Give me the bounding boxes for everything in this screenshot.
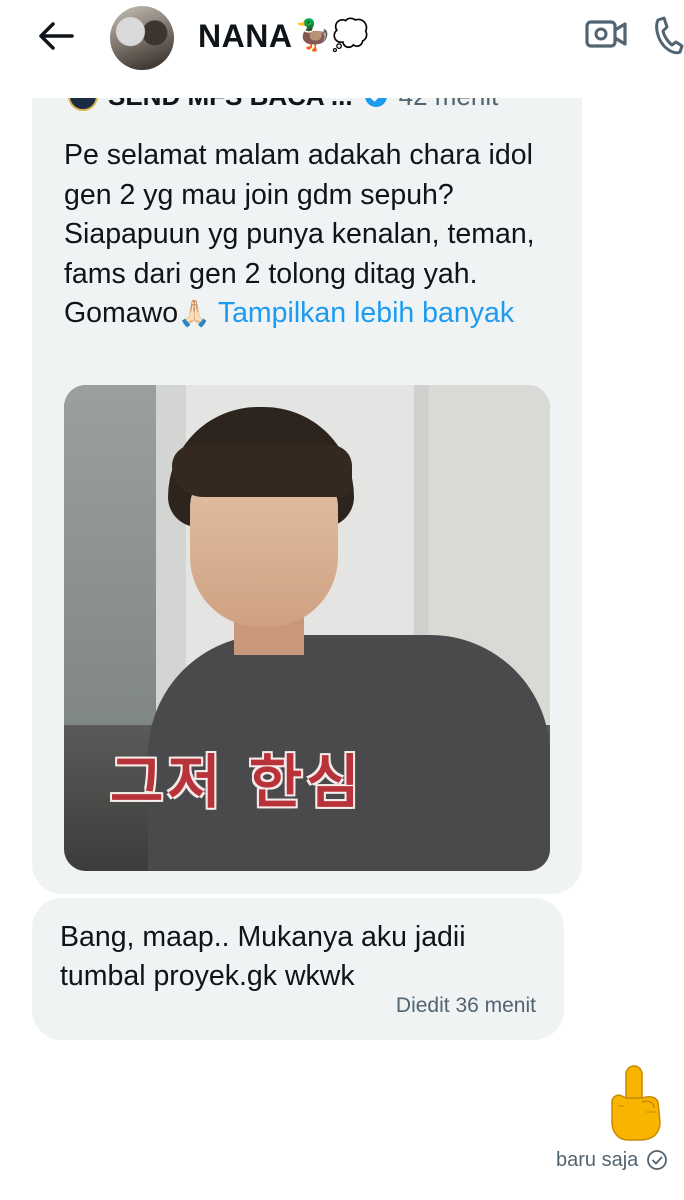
- chat-header: NANA 🦆💭: [0, 0, 684, 98]
- image-hair-fringe: [172, 445, 352, 497]
- contact-name-wrap[interactable]: NANA 🦆💭: [198, 14, 369, 58]
- verified-badge-icon: [364, 98, 387, 107]
- sent-status: baru saja: [556, 1146, 668, 1174]
- voice-call-button[interactable]: [652, 14, 684, 58]
- arrow-left-icon: [39, 22, 74, 50]
- sent-emoji-message[interactable]: [606, 1062, 666, 1144]
- reply-message-text: Bang, maap.. Mukanya aku jadii tumbal pr…: [60, 921, 466, 992]
- quoted-tweet-text: Pe selamat malam adakah chara idol gen 2…: [64, 136, 554, 335]
- name-emoji: 🦆💭: [294, 18, 370, 53]
- back-button[interactable]: [30, 16, 82, 56]
- video-call-button[interactable]: [584, 16, 632, 56]
- contact-avatar[interactable]: [110, 6, 174, 70]
- sent-status-text: baru saja: [556, 1148, 639, 1171]
- pray-emoji: 🙏🏻: [178, 299, 211, 329]
- quoted-author-name: SEND MFS BACA ...: [108, 98, 353, 112]
- show-more-link[interactable]: Tampilkan lebih banyak: [218, 297, 514, 329]
- video-camera-icon: [585, 20, 627, 48]
- reply-message-bubble[interactable]: Bang, maap.. Mukanya aku jadii tumbal pr…: [32, 898, 564, 1040]
- check-circle-icon: [647, 1150, 668, 1170]
- quoted-tweet-image[interactable]: 그저 한심: [64, 385, 550, 871]
- quoted-tweet-bubble[interactable]: SEND MFS BACA ... 42 menit Pe selamat ma…: [32, 98, 582, 894]
- edited-meta: Diedit 36 menit: [395, 994, 536, 1017]
- image-caption: 그저 한심: [110, 748, 364, 816]
- image-cabinet-frame: [156, 385, 186, 715]
- contact-name: NANA: [198, 17, 293, 54]
- quoted-author-avatar: [68, 98, 98, 111]
- quoted-tweet-header: SEND MFS BACA ... 42 menit: [68, 98, 498, 116]
- middle-finger-emoji-icon: [611, 1065, 661, 1141]
- quoted-tweet-time: 42 menit: [399, 98, 499, 112]
- phone-icon: [655, 16, 684, 55]
